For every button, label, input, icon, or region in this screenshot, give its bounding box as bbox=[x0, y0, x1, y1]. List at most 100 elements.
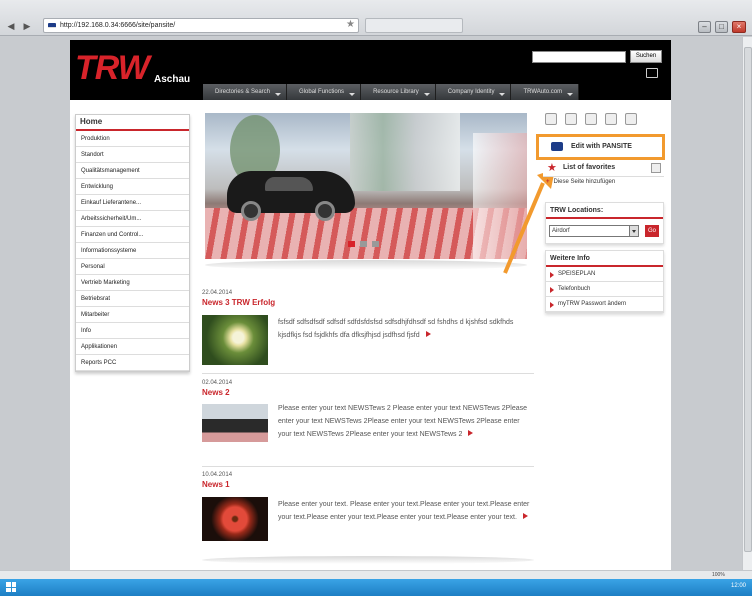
favorites-label: List of favorites bbox=[563, 164, 616, 171]
weitere-info-link[interactable]: SPEISEPLAN bbox=[546, 267, 663, 282]
news-title[interactable]: News 2 bbox=[202, 388, 534, 397]
taskbar: 12:00 bbox=[0, 579, 752, 596]
go-button[interactable]: Go bbox=[645, 225, 659, 237]
locations-box: TRW Locations: Airdorf Go bbox=[545, 202, 664, 244]
taskbar-clock: 12:00 bbox=[730, 583, 746, 589]
site-header: TRW Aschau Suchen Directories & Search Gl… bbox=[70, 40, 671, 100]
sidebar-item[interactable]: Entwicklung bbox=[76, 179, 189, 195]
read-more-arrow-icon[interactable] bbox=[425, 331, 431, 337]
news-thumbnail[interactable] bbox=[202, 404, 268, 442]
trw-logo[interactable]: TRW bbox=[75, 51, 150, 85]
news-thumbnail[interactable] bbox=[202, 315, 268, 365]
read-more-arrow-icon[interactable] bbox=[522, 513, 528, 519]
sidebar-item[interactable]: Applikationen bbox=[76, 339, 189, 355]
favorites-row[interactable]: ★ List of favorites bbox=[543, 161, 664, 177]
locations-title: TRW Locations: bbox=[546, 203, 663, 219]
back-icon[interactable]: ◀ bbox=[6, 21, 16, 31]
windows-start-icon[interactable] bbox=[6, 582, 16, 592]
top-nav-item[interactable]: Directories & Search bbox=[203, 84, 288, 100]
vertical-scrollbar[interactable] bbox=[742, 37, 752, 570]
add-page-link[interactable]: + Diese Seite hinzufügen bbox=[546, 179, 615, 185]
divider bbox=[202, 373, 534, 374]
globe-icon[interactable] bbox=[565, 113, 577, 125]
news-item: 02.04.2014 News 2 Please enter your text… bbox=[202, 380, 534, 464]
sidebar-item[interactable]: Finanzen und Control... bbox=[76, 227, 189, 243]
news-text: Please enter your text. Please enter you… bbox=[278, 501, 530, 521]
forward-icon[interactable]: ▶ bbox=[22, 21, 32, 31]
browser-toolbar: ◀ ▶ http://192.168.0.34:6666/site/pansit… bbox=[0, 0, 752, 36]
slider-dot-active[interactable] bbox=[348, 241, 355, 247]
favicon-icon bbox=[48, 23, 56, 28]
top-nav-label: TRWAuto.com bbox=[523, 89, 563, 95]
news-date: 22.04.2014 bbox=[202, 290, 233, 296]
sidebar-item[interactable]: Vertrieb Marketing bbox=[76, 275, 189, 291]
image-slider[interactable] bbox=[205, 113, 527, 259]
address-bar[interactable]: http://192.168.0.34:6666/site/pansite/ bbox=[43, 18, 359, 33]
slider-building-graphic bbox=[350, 113, 460, 191]
sidebar-menu: Home Produktion Standort Qualitätsmanageme… bbox=[75, 114, 190, 372]
read-more-arrow-icon[interactable] bbox=[468, 430, 474, 436]
chevron-down-icon[interactable] bbox=[629, 226, 638, 236]
top-nav-item[interactable]: Global Functions bbox=[287, 84, 362, 100]
news-thumbnail[interactable] bbox=[202, 497, 268, 541]
sidebar-item[interactable]: Arbeitssicherheit/Um... bbox=[76, 211, 189, 227]
sidebar-home[interactable]: Home bbox=[76, 115, 189, 131]
chevron-down-icon bbox=[423, 93, 430, 96]
sidebar-item[interactable]: Standort bbox=[76, 147, 189, 163]
top-nav-item[interactable]: Company Identity bbox=[435, 84, 512, 100]
top-nav-item[interactable]: TRWAuto.com bbox=[511, 84, 580, 100]
bookmark-star-icon[interactable]: ★ bbox=[346, 19, 355, 30]
slider-dot[interactable] bbox=[372, 241, 379, 247]
edit-favorites-icon[interactable] bbox=[651, 163, 661, 173]
web-page: TRW Aschau Suchen Directories & Search Gl… bbox=[70, 40, 671, 570]
slider-wheel-graphic bbox=[315, 201, 335, 221]
add-page-label: Diese Seite hinzufügen bbox=[553, 179, 616, 185]
sidebar-item[interactable]: Qualitätsmanagement bbox=[76, 163, 189, 179]
sidebar-item[interactable]: Reports PCC bbox=[76, 355, 189, 371]
print-icon[interactable] bbox=[605, 113, 617, 125]
news-text: fsfsdf sdfsdfsdf sdfsdf sdfdsfdsfsd sdfs… bbox=[278, 319, 514, 339]
maximize-button[interactable]: □ bbox=[715, 21, 728, 33]
slider-pagination bbox=[348, 241, 379, 247]
news-item: 10.04.2014 News 1 Please enter your text… bbox=[202, 472, 534, 552]
news-item: 22.04.2014 News 3 TRW Erfolg fsfsdf sdfs… bbox=[202, 290, 534, 370]
sidebar-item[interactable]: Einkauf Lieferantene... bbox=[76, 195, 189, 211]
location-select[interactable]: Airdorf bbox=[549, 225, 639, 237]
slider-wheel-graphic bbox=[241, 201, 261, 221]
top-nav-label: Resource Library bbox=[373, 89, 419, 95]
sidebar-item[interactable]: Mitarbeiter bbox=[76, 307, 189, 323]
settings-icon[interactable] bbox=[545, 113, 557, 125]
slider-dot[interactable] bbox=[360, 241, 367, 247]
sidebar-item[interactable]: Produktion bbox=[76, 131, 189, 147]
sidebar-item[interactable]: Informationssysteme bbox=[76, 243, 189, 259]
scrollbar-thumb[interactable] bbox=[744, 47, 752, 552]
weitere-info-box: Weitere Info SPEISEPLAN Telefonbuch myTRW … bbox=[545, 250, 664, 313]
search-button[interactable]: Suchen bbox=[630, 50, 662, 63]
top-nav-item[interactable]: Resource Library bbox=[361, 84, 436, 100]
chevron-down-icon bbox=[275, 93, 282, 96]
weitere-info-link[interactable]: Telefonbuch bbox=[546, 282, 663, 297]
zoom-level[interactable]: 100% bbox=[712, 571, 725, 579]
new-tab-button[interactable] bbox=[365, 18, 463, 33]
news-date: 02.04.2014 bbox=[202, 380, 233, 386]
news-text: Please enter your text NEWSTews 2 Please… bbox=[278, 405, 527, 438]
location-selected: Airdorf bbox=[552, 228, 570, 234]
news-title[interactable]: News 3 TRW Erfolg bbox=[202, 298, 534, 307]
sidebar-item[interactable]: Personal bbox=[76, 259, 189, 275]
mail-icon[interactable] bbox=[625, 113, 637, 125]
sidebar-item[interactable]: Betriebsrat bbox=[76, 291, 189, 307]
logo-subtitle: Aschau bbox=[154, 74, 191, 85]
comment-icon[interactable] bbox=[585, 113, 597, 125]
search-input[interactable] bbox=[532, 51, 626, 63]
minimize-button[interactable]: – bbox=[698, 21, 711, 33]
weitere-info-link[interactable]: myTRW Passwort ändern bbox=[546, 297, 663, 312]
top-nav-label: Company Identity bbox=[447, 89, 495, 95]
news-title[interactable]: News 1 bbox=[202, 480, 534, 489]
sidebar-item[interactable]: Info bbox=[76, 323, 189, 339]
tool-icons bbox=[545, 113, 637, 125]
chevron-down-icon bbox=[567, 93, 574, 96]
edit-with-pansite-button[interactable]: Edit with PANSITE bbox=[536, 134, 665, 160]
close-window-button[interactable]: × bbox=[732, 21, 746, 33]
sitemap-icon[interactable] bbox=[646, 68, 658, 78]
url-text: http://192.168.0.34:6666/site/pansite/ bbox=[60, 22, 176, 29]
